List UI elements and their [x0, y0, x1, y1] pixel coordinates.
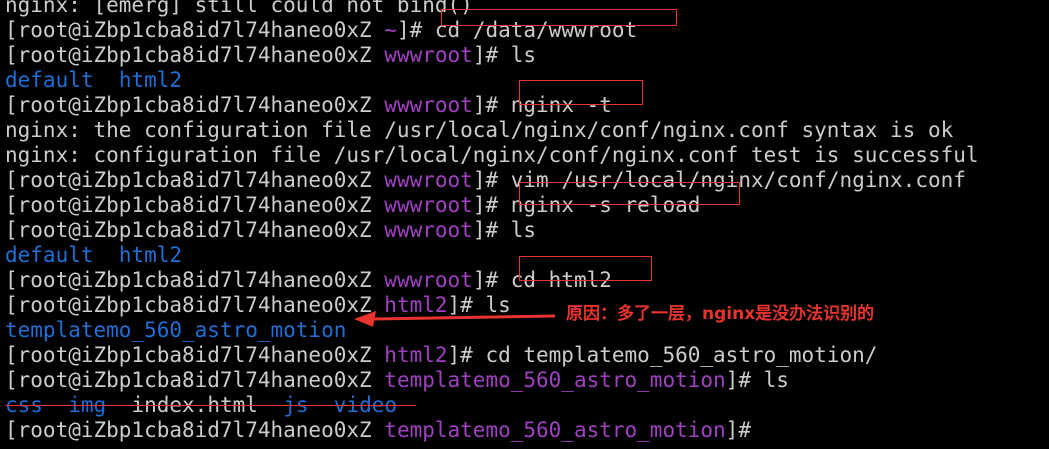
prompt-cwd: ~ [384, 18, 397, 42]
prompt-user-host: [root@iZbp1cba8id7l74haneo0xZ [5, 293, 385, 317]
prompt-cwd: wwwroot [384, 168, 473, 192]
prompt-suffix: ]# [472, 43, 511, 67]
prompt-line: [root@iZbp1cba8id7l74haneo0xZ wwwroot]# … [5, 168, 1049, 193]
prompt-cwd: wwwroot [384, 268, 473, 292]
prompt-user-host: [root@iZbp1cba8id7l74haneo0xZ [5, 193, 385, 217]
prompt-user-host: [root@iZbp1cba8id7l74haneo0xZ [5, 343, 385, 367]
prompt-suffix: ]# [472, 93, 511, 117]
prompt-suffix: ]# [725, 368, 764, 392]
prompt-line: [root@iZbp1cba8id7l74haneo0xZ html2]# cd… [5, 343, 1049, 368]
prompt-line: [root@iZbp1cba8id7l74haneo0xZ wwwroot]# … [5, 193, 1049, 218]
directory-entry: html2 [118, 243, 183, 267]
prompt-user-host: [root@iZbp1cba8id7l74haneo0xZ [5, 168, 385, 192]
prompt-cwd: templatemo_560_astro_motion [384, 368, 726, 392]
prompt-user-host: [root@iZbp1cba8id7l74haneo0xZ [5, 268, 385, 292]
command-text: ls [763, 368, 789, 392]
prompt-line: [root@iZbp1cba8id7l74haneo0xZ wwwroot]# … [5, 93, 1049, 118]
output-text: nginx: configuration file /usr/local/ngi… [5, 143, 979, 167]
listing-separator [94, 68, 119, 92]
directory-entry: templatemo_560_astro_motion [5, 318, 347, 342]
prompt-user-host: [root@iZbp1cba8id7l74haneo0xZ [5, 218, 385, 242]
prompt-cwd: wwwroot [384, 218, 473, 242]
underline-listing [5, 405, 416, 406]
prompt-suffix: ]# [396, 18, 435, 42]
prompt-line: [root@iZbp1cba8id7l74haneo0xZ wwwroot]# … [5, 268, 1049, 293]
prompt-cwd: html2 [384, 343, 448, 367]
command-text: cd html2 [510, 268, 612, 292]
prompt-cwd: wwwroot [384, 93, 473, 117]
output-line: nginx: [emerg] still could not bind() [5, 0, 1049, 18]
prompt-suffix: ]# [447, 343, 486, 367]
prompt-line: [root@iZbp1cba8id7l74haneo0xZ templatemo… [5, 368, 1049, 393]
output-text: nginx: the configuration file /usr/local… [5, 118, 954, 142]
command-text: nginx -s reload [510, 193, 701, 217]
prompt-line: [root@iZbp1cba8id7l74haneo0xZ ~]# cd /da… [5, 18, 1049, 43]
prompt-cwd: wwwroot [384, 43, 473, 67]
command-text: cd templatemo_560_astro_motion/ [485, 343, 878, 367]
directory-entry: default [5, 68, 94, 92]
command-text: cd /data/wwwroot [434, 18, 638, 42]
prompt-suffix: ]# [725, 418, 764, 442]
output-line: nginx: configuration file /usr/local/ngi… [5, 143, 1049, 168]
directory-entry: html2 [118, 68, 183, 92]
prompt-suffix: ]# [472, 268, 511, 292]
directory-entry: default [5, 243, 94, 267]
prompt-suffix: ]# [472, 218, 511, 242]
prompt-line: [root@iZbp1cba8id7l74haneo0xZ wwwroot]# … [5, 43, 1049, 68]
prompt-cwd: wwwroot [384, 193, 473, 217]
command-text: nginx -t [510, 93, 612, 117]
annotation-text: 原因：多了一层，nginx是没办法识别的 [566, 304, 875, 324]
output-text: nginx: [emerg] still could not bind() [5, 0, 473, 17]
listing-line: default html2 [5, 243, 1049, 268]
output-line: nginx: the configuration file /usr/local… [5, 118, 1049, 143]
arrow-icon [354, 311, 556, 327]
listing-line: default html2 [5, 68, 1049, 93]
prompt-suffix: ]# [472, 193, 511, 217]
terminal-output[interactable]: nginx: [emerg] still could not bind() [ro… [5, 0, 1049, 443]
prompt-user-host: [root@iZbp1cba8id7l74haneo0xZ [5, 43, 385, 67]
command-text: ls [510, 218, 537, 242]
prompt-line: [root@iZbp1cba8id7l74haneo0xZ templatemo… [5, 418, 1049, 443]
prompt-user-host: [root@iZbp1cba8id7l74haneo0xZ [5, 368, 385, 392]
command-text: vim /usr/local/nginx/conf/nginx.conf [510, 168, 966, 192]
prompt-user-host: [root@iZbp1cba8id7l74haneo0xZ [5, 418, 385, 442]
prompt-line: [root@iZbp1cba8id7l74haneo0xZ wwwroot]# … [5, 218, 1049, 243]
prompt-user-host: [root@iZbp1cba8id7l74haneo0xZ [5, 18, 385, 42]
prompt-cwd: templatemo_560_astro_motion [384, 418, 726, 442]
listing-separator [94, 243, 119, 267]
prompt-suffix: ]# [472, 168, 511, 192]
prompt-user-host: [root@iZbp1cba8id7l74haneo0xZ [5, 93, 385, 117]
command-text: ls [510, 43, 537, 67]
